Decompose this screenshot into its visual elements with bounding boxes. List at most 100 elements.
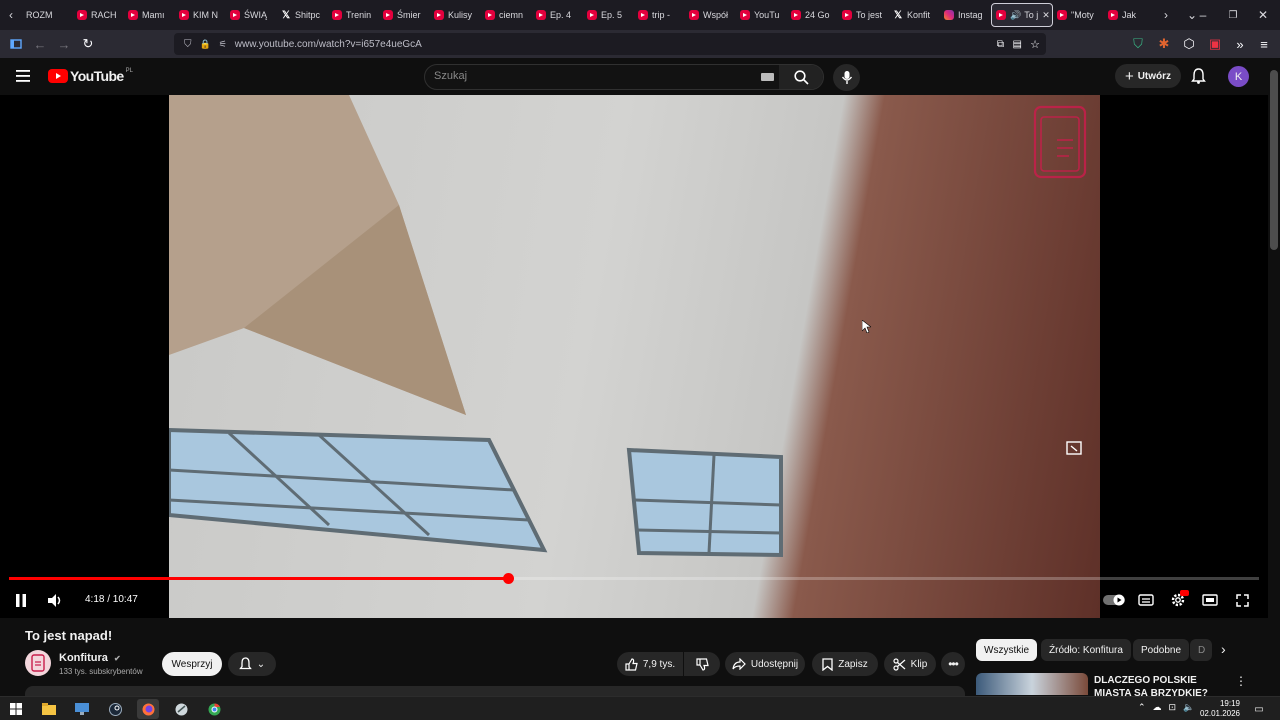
tab-scroll-right-icon[interactable]: › — [1155, 0, 1177, 30]
filter-chip[interactable]: Wszystkie — [976, 639, 1037, 661]
voice-search-button[interactable] — [833, 64, 860, 91]
browser-tab[interactable]: Ep. 5 — [583, 0, 634, 30]
channel-avatar[interactable] — [25, 650, 51, 676]
minimize-window-icon[interactable]: – — [1192, 0, 1214, 30]
browser-tab[interactable]: trip - — [634, 0, 685, 30]
chip-scroll-right-icon[interactable]: › — [1221, 641, 1226, 657]
shield-icon[interactable]: ⛉ — [184, 39, 192, 50]
browser-tab[interactable]: ŚWIĄ — [226, 0, 277, 30]
app-icon[interactable] — [170, 699, 192, 719]
info-card-icon[interactable] — [1066, 441, 1082, 455]
computer-icon[interactable] — [71, 699, 93, 719]
lock-icon[interactable]: 🔒 — [200, 39, 211, 50]
close-tab-icon[interactable]: ✕ — [1042, 10, 1050, 21]
windows-start-icon[interactable] — [5, 699, 27, 719]
browser-tab[interactable]: Kulisy — [430, 0, 481, 30]
keyboard-icon[interactable] — [761, 73, 774, 81]
reload-icon[interactable]: ↻ — [76, 32, 100, 56]
create-button[interactable]: + Utwórz — [1115, 64, 1181, 88]
hamburger-menu-icon[interactable] — [16, 69, 32, 83]
browser-tab[interactable]: To jest — [838, 0, 889, 30]
browser-tab[interactable]: Jak — [1104, 0, 1155, 30]
reader-view-icon[interactable]: ▤ — [1013, 39, 1022, 50]
file-explorer-icon[interactable] — [38, 699, 60, 719]
progress-bar[interactable] — [9, 573, 1259, 584]
fox-extension-icon[interactable]: ✱ — [1152, 32, 1176, 56]
back-icon[interactable]: ← — [28, 32, 52, 56]
description-box[interactable] — [25, 686, 965, 696]
extensions-icon[interactable]: ⬡ — [1177, 32, 1201, 56]
network-icon[interactable]: ⊡ — [1169, 702, 1177, 713]
account-avatar[interactable]: K — [1228, 66, 1249, 87]
recommendation-thumbnail[interactable] — [976, 673, 1088, 695]
share-button[interactable]: Udostępnij — [725, 652, 805, 676]
autoplay-toggle[interactable] — [1102, 589, 1126, 611]
search-input[interactable]: Szukaj — [434, 70, 467, 82]
more-actions-button[interactable]: ••• — [941, 652, 965, 676]
browser-tab[interactable]: YouTu — [736, 0, 787, 30]
video-player[interactable]: 4:18 / 10:47 — [0, 95, 1268, 618]
browser-tab[interactable]: Mamı — [124, 0, 175, 30]
browser-tab[interactable]: Współ — [685, 0, 736, 30]
like-button[interactable]: 7,9 tys. — [617, 652, 683, 676]
browser-tab[interactable]: Instag — [940, 0, 991, 30]
channel-name-row[interactable]: Konfitura ✔ — [59, 652, 121, 664]
pause-button[interactable] — [10, 589, 32, 611]
progress-scrubber-handle[interactable] — [502, 573, 514, 584]
filter-chip[interactable]: Podobne — [1133, 639, 1190, 661]
page-scrollbar[interactable] — [1268, 58, 1280, 696]
subscription-bell-button[interactable]: ⌄ — [228, 652, 276, 676]
browser-tab[interactable]: Ep. 4 — [532, 0, 583, 30]
youtube-logo[interactable]: YouTube PL — [48, 68, 133, 84]
addon-badge-icon[interactable]: ▣ — [1203, 32, 1227, 56]
browser-tab[interactable]: 𝕏 Shitpc — [277, 0, 328, 30]
browser-tab[interactable]: "Moty — [1053, 0, 1104, 30]
forward-icon[interactable]: → — [52, 32, 76, 56]
clip-button[interactable]: Klip — [884, 652, 936, 676]
scrollbar-thumb[interactable] — [1270, 70, 1278, 250]
browser-tab[interactable]: 24 Go — [787, 0, 838, 30]
settings-button[interactable] — [1167, 589, 1189, 611]
recommendation-title[interactable]: DLACZEGO POLSKIE MIASTA SĄ BRZYDKIE? — [1094, 674, 1224, 696]
steam-icon[interactable] — [104, 699, 126, 719]
restore-window-icon[interactable]: ❐ — [1222, 0, 1244, 30]
recommendation-menu-icon[interactable]: ⋮ — [1235, 674, 1247, 688]
tray-chevron-up-icon[interactable]: ⌃ — [1138, 702, 1146, 713]
picture-in-picture-icon[interactable]: ⧉ — [997, 39, 1004, 50]
dislike-button[interactable] — [684, 652, 720, 676]
bookmark-star-icon[interactable]: ☆ — [1030, 38, 1040, 51]
shield-extension-icon[interactable]: ⛉ — [1126, 32, 1150, 56]
browser-tab[interactable]: 𝕏 Konfit — [889, 0, 940, 30]
fullscreen-button[interactable] — [1231, 589, 1253, 611]
browser-tab[interactable]: KIM N — [175, 0, 226, 30]
filter-chip[interactable]: D — [1190, 639, 1212, 661]
browser-tab[interactable]: ciemn — [481, 0, 532, 30]
tab-active[interactable]: 🔊 To j ✕ — [991, 3, 1053, 27]
browser-tab[interactable]: ROZM — [22, 0, 73, 30]
filter-chip[interactable]: Źródło: Konfitura — [1041, 639, 1131, 661]
menu-icon[interactable]: ≡ — [1252, 32, 1276, 56]
tab-scroll-left-icon[interactable]: ‹ — [0, 0, 22, 30]
onedrive-icon[interactable]: ☁ — [1153, 702, 1162, 713]
sidebar-toggle-icon[interactable] — [4, 32, 28, 56]
close-window-icon[interactable]: ✕ — [1252, 0, 1274, 30]
search-box[interactable]: Szukaj — [424, 64, 824, 90]
browser-tab[interactable]: RACH — [73, 0, 124, 30]
taskbar-clock[interactable]: 19:19 02.01.2026 — [1198, 699, 1240, 719]
support-button[interactable]: Wesprzyj — [162, 652, 222, 676]
subtitles-button[interactable] — [1135, 589, 1157, 611]
save-button[interactable]: Zapisz — [812, 652, 878, 676]
notifications-bell-icon[interactable] — [1191, 68, 1206, 89]
browser-tab[interactable]: Śmier — [379, 0, 430, 30]
browser-tab[interactable]: Trenin — [328, 0, 379, 30]
theater-mode-button[interactable] — [1199, 589, 1221, 611]
volume-tray-icon[interactable]: 🔈 — [1183, 702, 1194, 713]
firefox-icon[interactable] — [137, 699, 159, 719]
channel-name[interactable]: Konfitura — [59, 652, 108, 664]
volume-button[interactable] — [44, 589, 66, 611]
search-button[interactable] — [779, 65, 823, 89]
permissions-icon[interactable]: ⚟ — [219, 39, 227, 50]
overflow-chevron-icon[interactable]: » — [1228, 32, 1252, 56]
chrome-icon[interactable] — [203, 699, 225, 719]
address-bar[interactable]: ⛉ 🔒 ⚟ www.youtube.com/watch?v=i657e4ueGc… — [174, 33, 1046, 55]
